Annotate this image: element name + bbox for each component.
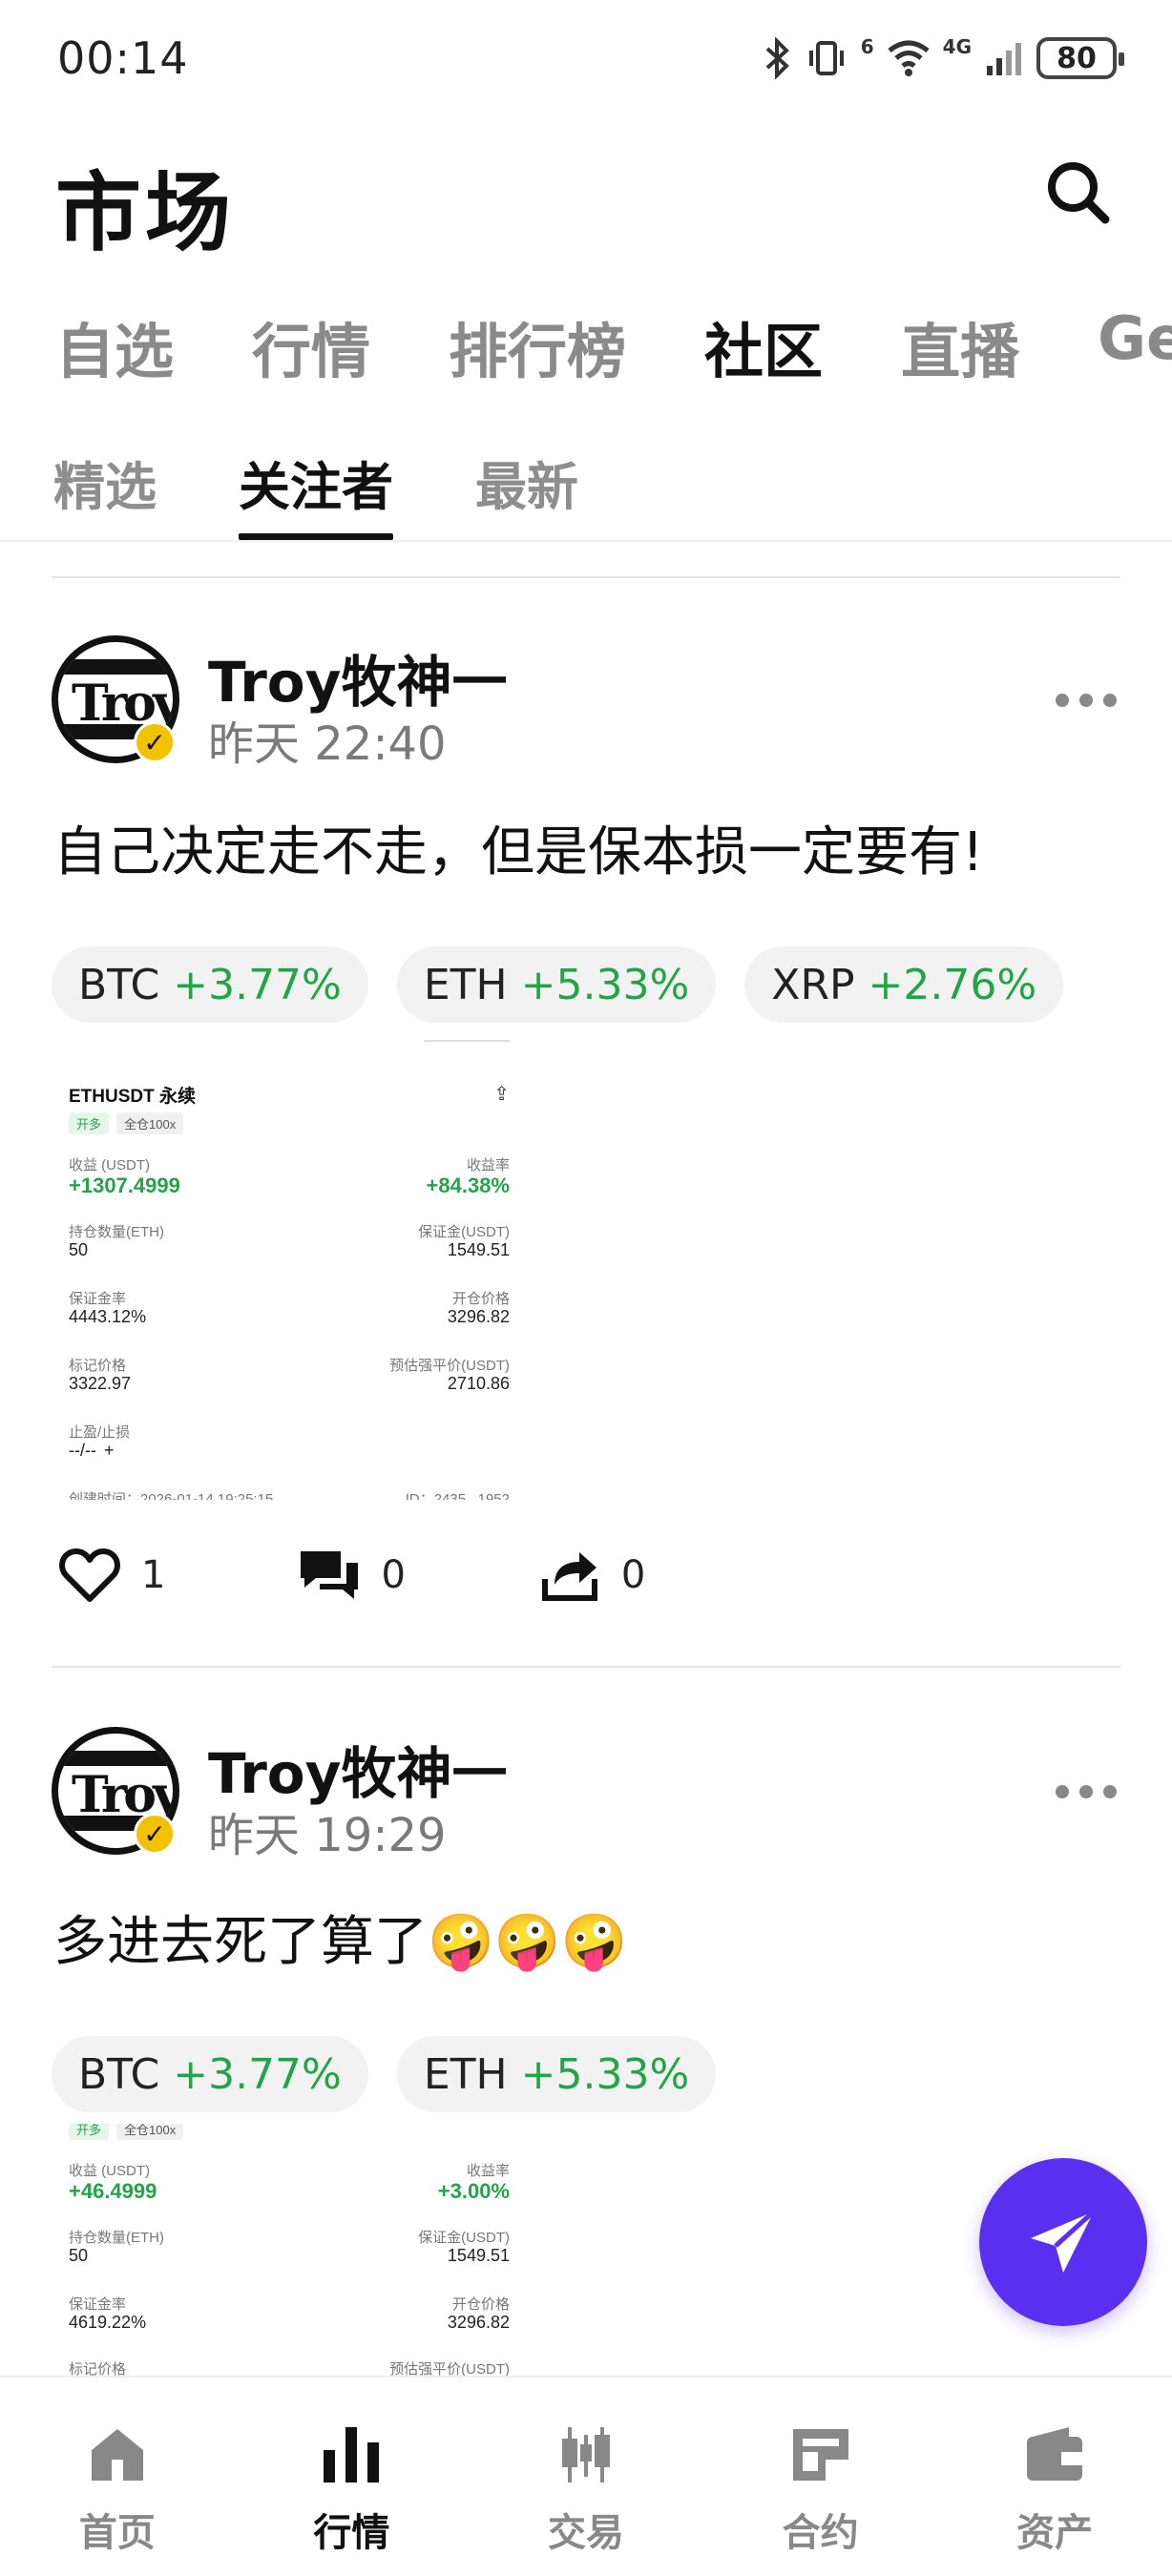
- coin-tag-btc[interactable]: BTC +3.77%: [52, 2036, 368, 2112]
- coin-tag-xrp[interactable]: XRP +2.76%: [744, 946, 1064, 1023]
- card-pair: ETHUSDT 永续: [69, 1087, 197, 1107]
- tab-watchlist[interactable]: 自选: [55, 303, 174, 386]
- card-side: 开多: [69, 2124, 110, 2140]
- bottom-navigation: 首页 行情 交易 合约 资产: [0, 2376, 1172, 2576]
- verified-badge-icon: ✓: [134, 1813, 176, 1855]
- nav-markets[interactable]: 行情: [235, 2378, 470, 2576]
- tab-rankings[interactable]: 排行榜: [449, 303, 626, 386]
- share-icon: ⇪: [493, 1084, 510, 1105]
- wallet-icon: [1027, 2427, 1083, 2481]
- post-actions: 1 0 0: [59, 1542, 779, 1609]
- nav-trade[interactable]: 交易: [469, 2378, 703, 2576]
- post-text: 多进去死了算了🤪🤪🤪: [53, 1911, 628, 1973]
- tab-gen[interactable]: Gen: [1098, 303, 1172, 380]
- coin-tag-eth[interactable]: ETH +5.33%: [396, 946, 717, 1023]
- like-button[interactable]: 1: [59, 1548, 165, 1603]
- vibrate-icon: [808, 41, 844, 75]
- bluetooth-icon: [765, 37, 789, 79]
- nav-contracts[interactable]: 合约: [703, 2378, 938, 2576]
- battery-indicator: 80: [1036, 37, 1124, 79]
- share-icon: [541, 1552, 597, 1601]
- comment-count: 0: [381, 1553, 406, 1597]
- coin-tags: BTC +3.77% ETH +5.33% XRP +2.76%: [52, 946, 1064, 1023]
- wifi-label: 6: [860, 35, 874, 58]
- card-margin-mode: 全仓100x: [116, 2124, 184, 2140]
- home-icon: [91, 2429, 143, 2481]
- battery-level: 80: [1057, 41, 1097, 75]
- candlestick-icon: [561, 2427, 610, 2483]
- like-count: 1: [141, 1553, 166, 1597]
- signal-label: 4G: [942, 35, 972, 58]
- tab-live[interactable]: 直播: [901, 303, 1019, 386]
- comment-button[interactable]: 0: [299, 1548, 406, 1603]
- feed-divider: [52, 576, 1120, 578]
- status-icons: 6 4G 80: [764, 32, 1124, 84]
- tab-community[interactable]: 社区: [704, 303, 823, 386]
- card-margin-mode: 全仓100x: [116, 1112, 184, 1134]
- subtab-featured[interactable]: 精选: [53, 445, 157, 540]
- market-tabs: 自选 行情 排行榜 社区 直播 Gen: [55, 303, 1172, 386]
- search-icon: [1048, 162, 1110, 224]
- share-count: 0: [620, 1553, 646, 1597]
- coin-tag-btc[interactable]: BTC +3.77%: [52, 946, 368, 1023]
- new-post-button[interactable]: [979, 2158, 1147, 2326]
- feed-divider: [52, 1666, 1120, 1668]
- card-pnl: +46.4999: [69, 2179, 157, 2203]
- post-text: 自己决定走不走，但是保本损一定要有!: [53, 821, 984, 883]
- post-time: 昨天 22:40: [208, 717, 447, 771]
- coin-tag-eth[interactable]: ETH +5.33%: [396, 2036, 717, 2112]
- subtab-following[interactable]: 关注者: [239, 445, 393, 540]
- nav-assets[interactable]: 资产: [937, 2378, 1172, 2576]
- post-time: 昨天 19:29: [208, 1809, 447, 1862]
- share-button[interactable]: 0: [539, 1547, 645, 1604]
- send-icon: [1031, 2210, 1096, 2273]
- comment-icon: [301, 1551, 359, 1599]
- verified-badge-icon: ✓: [134, 721, 176, 763]
- more-options-icon[interactable]: [1056, 1782, 1117, 1801]
- card-side: 开多: [69, 1112, 110, 1134]
- page-title: 市场: [55, 163, 235, 263]
- heart-icon: [59, 1548, 120, 1602]
- contract-icon: [792, 2429, 848, 2481]
- search-button[interactable]: [1040, 155, 1117, 231]
- status-bar: 00:14 6 4G 80: [0, 0, 1172, 114]
- trade-position-card[interactable]: 开多 全仓100x 收益 (USDT) 收益率 +46.4999 +3.00% 持仓…: [52, 2124, 519, 2376]
- wifi-icon: [888, 40, 930, 76]
- community-sub-tabs: 精选 关注者 最新: [53, 445, 660, 540]
- tab-quotes[interactable]: 行情: [252, 303, 370, 386]
- nav-home[interactable]: 首页: [0, 2378, 235, 2576]
- subtab-latest[interactable]: 最新: [475, 445, 578, 540]
- chart-bars-icon: [324, 2427, 380, 2483]
- status-time: 00:14: [57, 32, 189, 84]
- card-roe: +84.38%: [426, 1174, 510, 1197]
- trade-position-card[interactable]: ETHUSDT 永续 ⇪ 开多 全仓100x 收益 (USDT) 收益率 +130…: [52, 1040, 519, 1500]
- more-options-icon[interactable]: [1056, 691, 1117, 710]
- tabs-divider: [0, 540, 1172, 542]
- coin-tags: BTC +3.77% ETH +5.33%: [52, 2036, 717, 2112]
- card-roe: +3.00%: [437, 2179, 510, 2203]
- signal-icon: [987, 43, 1021, 75]
- card-pnl: +1307.4999: [69, 1174, 180, 1197]
